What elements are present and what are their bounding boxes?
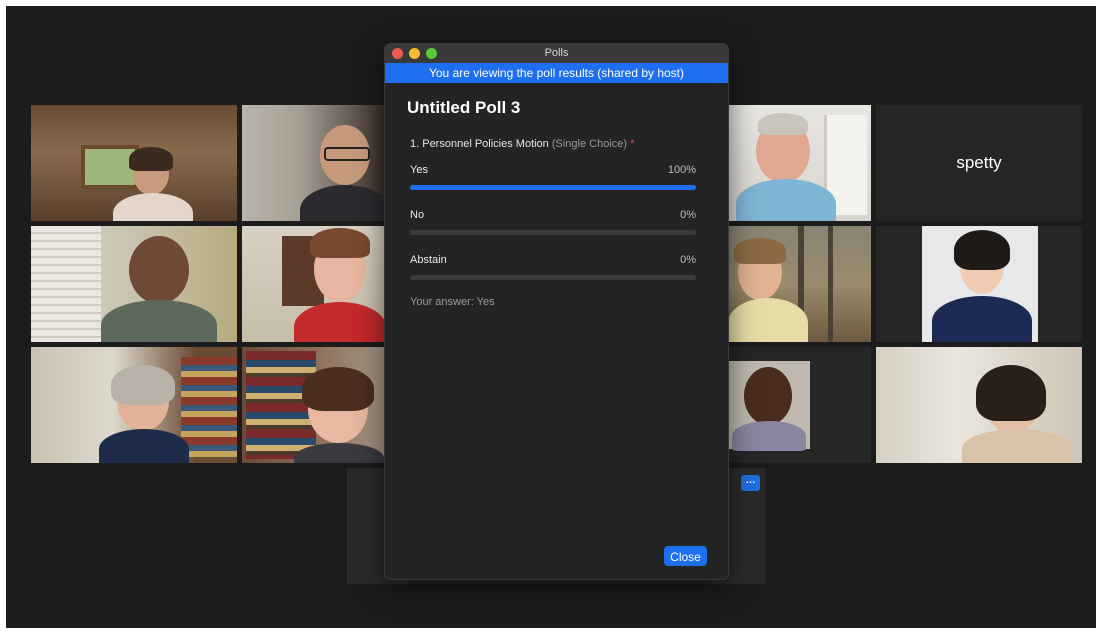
poll-option: Abstain 0% bbox=[410, 254, 696, 280]
required-mark: * bbox=[630, 138, 635, 150]
question-type: (Single Choice) bbox=[551, 138, 628, 150]
zoom-window-icon[interactable] bbox=[426, 48, 437, 59]
question-text: 1. Personnel Policies Motion bbox=[410, 138, 549, 150]
window-title: Polls bbox=[544, 47, 569, 59]
result-bar bbox=[410, 230, 696, 235]
participant-video-tile[interactable] bbox=[242, 347, 385, 463]
participant-video-tile[interactable] bbox=[31, 226, 237, 342]
result-bar bbox=[410, 185, 696, 190]
option-label: Yes bbox=[410, 164, 428, 176]
participant-video-tile[interactable] bbox=[242, 105, 385, 221]
participant-video-tile[interactable] bbox=[876, 347, 1082, 463]
poll-question: 1. Personnel Policies Motion (Single Cho… bbox=[410, 138, 634, 150]
minimize-window-icon[interactable] bbox=[409, 48, 420, 59]
close-button[interactable]: Close bbox=[664, 546, 707, 566]
option-percent: 100% bbox=[667, 164, 696, 176]
result-bar-fill bbox=[410, 185, 696, 190]
participant-name: spetty bbox=[956, 153, 1002, 172]
option-percent: 0% bbox=[680, 254, 696, 266]
participant-video-tile[interactable] bbox=[728, 347, 871, 463]
participant-video-tile[interactable] bbox=[728, 105, 871, 221]
shared-results-banner: You are viewing the poll results (shared… bbox=[385, 63, 728, 83]
participant-video-tile[interactable] bbox=[242, 226, 385, 342]
polls-window: Polls You are viewing the poll results (… bbox=[385, 44, 728, 579]
poll-option: Yes 100% bbox=[410, 164, 696, 190]
result-bar bbox=[410, 275, 696, 280]
more-options-button[interactable]: … bbox=[741, 475, 760, 491]
participant-video-tile[interactable] bbox=[876, 226, 1082, 342]
window-titlebar: Polls bbox=[385, 44, 728, 63]
participant-video-tile[interactable] bbox=[728, 226, 871, 342]
poll-title: Untitled Poll 3 bbox=[407, 98, 521, 117]
option-label: No bbox=[410, 209, 425, 221]
poll-option: No 0% bbox=[410, 209, 696, 235]
close-window-icon[interactable] bbox=[392, 48, 403, 59]
participant-video-tile[interactable] bbox=[31, 105, 237, 221]
option-label: Abstain bbox=[410, 254, 447, 266]
participant-video-tile[interactable] bbox=[31, 347, 237, 463]
option-percent: 0% bbox=[680, 209, 696, 221]
participant-name-tile[interactable]: spetty bbox=[876, 105, 1082, 221]
your-answer: Your answer: Yes bbox=[410, 296, 495, 308]
